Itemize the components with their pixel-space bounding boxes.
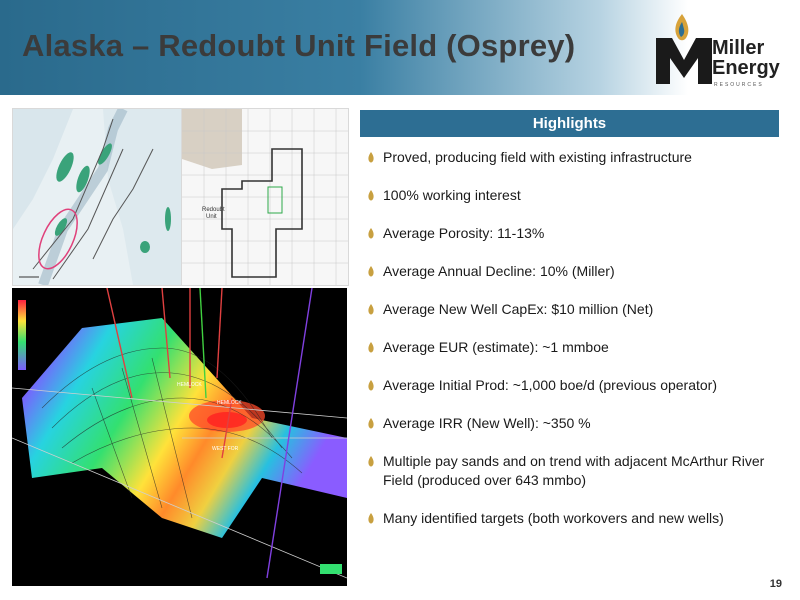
logo-subtitle: RESOURCES	[714, 82, 764, 88]
highlight-text: Average Initial Prod: ~1,000 boe/d (prev…	[383, 377, 718, 393]
highlight-text: Average IRR (New Well): ~350 %	[383, 415, 591, 431]
slide-title: Alaska – Redoubt Unit Field (Osprey)	[22, 28, 576, 63]
flame-bullet-icon	[368, 342, 374, 353]
highlights-list: Proved, producing field with existing in…	[367, 148, 787, 528]
lease-map-image: Redoubt Unit	[181, 108, 349, 286]
highlight-text: 100% working interest	[383, 187, 521, 203]
highlight-item: Average Porosity: 11-13%	[367, 224, 787, 243]
page-number: 19	[769, 578, 782, 590]
logo-text: Miller Energy	[712, 38, 780, 78]
structure-model-image: HEMLOCK HEMLOCK WEST FOR	[12, 288, 347, 586]
flame-bullet-icon	[368, 380, 374, 391]
flame-bullet-icon	[368, 266, 374, 277]
map-label-redoubt: Redoubt	[202, 207, 225, 213]
flame-bullet-icon	[368, 190, 374, 201]
flame-bullet-icon	[368, 513, 374, 524]
flame-bullet-icon	[368, 152, 374, 163]
highlight-item: 100% working interest	[367, 186, 787, 205]
map-label-unit: Unit	[206, 214, 217, 220]
flame-bullet-icon	[368, 418, 374, 429]
highlight-text: Proved, producing field with existing in…	[383, 149, 692, 165]
highlight-item: Many identified targets (both workovers …	[367, 509, 787, 528]
flame-bullet-icon	[368, 304, 374, 315]
logo-line2: Energy	[712, 57, 780, 79]
highlights-heading: Highlights	[360, 110, 779, 137]
flame-bullet-icon	[368, 228, 374, 239]
highlight-text: Average Annual Decline: 10% (Miller)	[383, 263, 615, 279]
highlight-item: Average IRR (New Well): ~350 %	[367, 414, 787, 433]
company-logo: Miller Energy RESOURCES	[648, 12, 796, 88]
highlight-item: Average Initial Prod: ~1,000 boe/d (prev…	[367, 376, 787, 395]
highlight-item: Average New Well CapEx: $10 million (Net…	[367, 300, 787, 319]
highlight-item: Average EUR (estimate): ~1 mmboe	[367, 338, 787, 357]
highlight-item: Average Annual Decline: 10% (Miller)	[367, 262, 787, 281]
logo-line1: Miller	[712, 37, 765, 59]
logo-m-icon	[656, 38, 712, 84]
well-label-hemlock-1: HEMLOCK	[177, 382, 202, 388]
highlight-text: Multiple pay sands and on trend with adj…	[383, 453, 765, 488]
well-label-west: WEST FOR	[212, 446, 239, 452]
highlight-text: Average Porosity: 11-13%	[383, 225, 545, 241]
highlight-item: Proved, producing field with existing in…	[367, 148, 787, 167]
well-label-hemlock-2: HEMLOCK	[217, 400, 242, 406]
highlight-text: Many identified targets (both workovers …	[383, 510, 724, 526]
highlight-item: Multiple pay sands and on trend with adj…	[367, 452, 787, 490]
regional-map-image	[12, 108, 182, 286]
highlight-text: Average New Well CapEx: $10 million (Net…	[383, 301, 654, 317]
flame-bullet-icon	[368, 456, 374, 467]
highlight-text: Average EUR (estimate): ~1 mmboe	[383, 339, 609, 355]
